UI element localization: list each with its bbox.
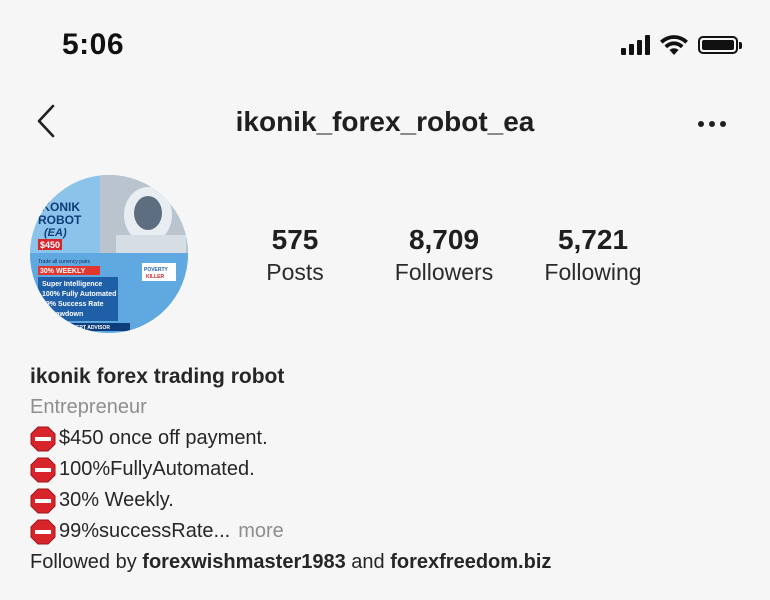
posts-label: Posts xyxy=(266,259,324,285)
svg-text:99% Success Rate: 99% Success Rate xyxy=(42,301,104,308)
svg-text:0 Drawdown: 0 Drawdown xyxy=(42,311,83,318)
wifi-icon xyxy=(660,35,688,55)
ellipsis-icon xyxy=(698,121,704,127)
bio-line: $450 once off payment. xyxy=(30,423,750,454)
followed-by-user-link[interactable]: forexfreedom.biz xyxy=(390,551,551,573)
bio-category: Entrepreneur xyxy=(30,396,147,418)
followed-by-and: and xyxy=(351,551,385,573)
profile-username: ikonik_forex_robot_ea xyxy=(235,106,535,137)
status-time: 5:06 xyxy=(62,28,125,61)
more-options-button[interactable] xyxy=(694,112,730,136)
svg-text:30% WEEKLY: 30% WEEKLY xyxy=(40,268,86,275)
followers-count: 8,709 xyxy=(408,224,480,255)
bio-more-link[interactable]: more xyxy=(238,516,284,547)
svg-text:(EA): (EA) xyxy=(44,227,67,239)
posts-count: 575 xyxy=(271,224,319,255)
profile-avatar[interactable]: IKONIK ROBOT (EA) $450 Trade all currenc… xyxy=(30,175,188,333)
bio-line: 30% Weekly. xyxy=(30,485,750,516)
bio-line-text: 100%FullyAutomated. xyxy=(59,458,255,480)
profile-bio: ikonik forex trading robot Entrepreneur … xyxy=(30,362,750,578)
bio-line-text: 99%successRate... xyxy=(59,520,231,542)
stop-sign-icon xyxy=(30,426,56,451)
cellular-signal-icon xyxy=(621,35,650,55)
stat-following[interactable]: 5,721 Following xyxy=(518,223,668,287)
profile-screen: 5:06 ikonik_forex_robot_ea IKONIK ROBOT … xyxy=(0,0,770,600)
svg-text:POVERTY: POVERTY xyxy=(144,267,169,273)
stop-sign-icon xyxy=(30,519,56,544)
avatar-promo-image: IKONIK ROBOT (EA) $450 Trade all currenc… xyxy=(30,175,188,333)
status-icons xyxy=(621,34,742,56)
bio-line: 100%FullyAutomated. xyxy=(30,454,750,485)
stat-followers[interactable]: 8,709 Followers xyxy=(369,223,519,287)
stat-posts[interactable]: 575 Posts xyxy=(220,223,370,287)
svg-text:ROBOT: ROBOT xyxy=(38,213,82,227)
bio-line: 99%successRate... more xyxy=(30,516,750,547)
followed-by-prefix: Followed by xyxy=(30,551,137,573)
battery-icon xyxy=(698,36,742,54)
svg-text:Super Intelligence: Super Intelligence xyxy=(42,281,102,288)
svg-text:Trade all currency pairs: Trade all currency pairs xyxy=(38,259,91,265)
bio-line-text: 30% Weekly. xyxy=(59,489,174,511)
stop-sign-icon xyxy=(30,488,56,513)
svg-text:100% Fully Automated: 100% Fully Automated xyxy=(42,291,116,298)
bio-display-name: ikonik forex trading robot xyxy=(30,365,285,388)
followed-by: Followed by forexwishmaster1983 and fore… xyxy=(30,547,750,578)
svg-text:IKONIK: IKONIK xyxy=(38,200,80,214)
followed-by-user-link[interactable]: forexwishmaster1983 xyxy=(142,551,345,573)
following-label: Following xyxy=(544,259,642,285)
svg-text:KILLER: KILLER xyxy=(146,274,164,280)
svg-text:$450: $450 xyxy=(40,240,60,250)
followers-label: Followers xyxy=(394,259,494,285)
following-count: 5,721 xyxy=(557,224,629,255)
svg-text:EXPERT ADVISOR: EXPERT ADVISOR xyxy=(66,325,110,331)
bio-line-text: $450 once off payment. xyxy=(59,427,268,449)
stop-sign-icon xyxy=(30,457,56,482)
